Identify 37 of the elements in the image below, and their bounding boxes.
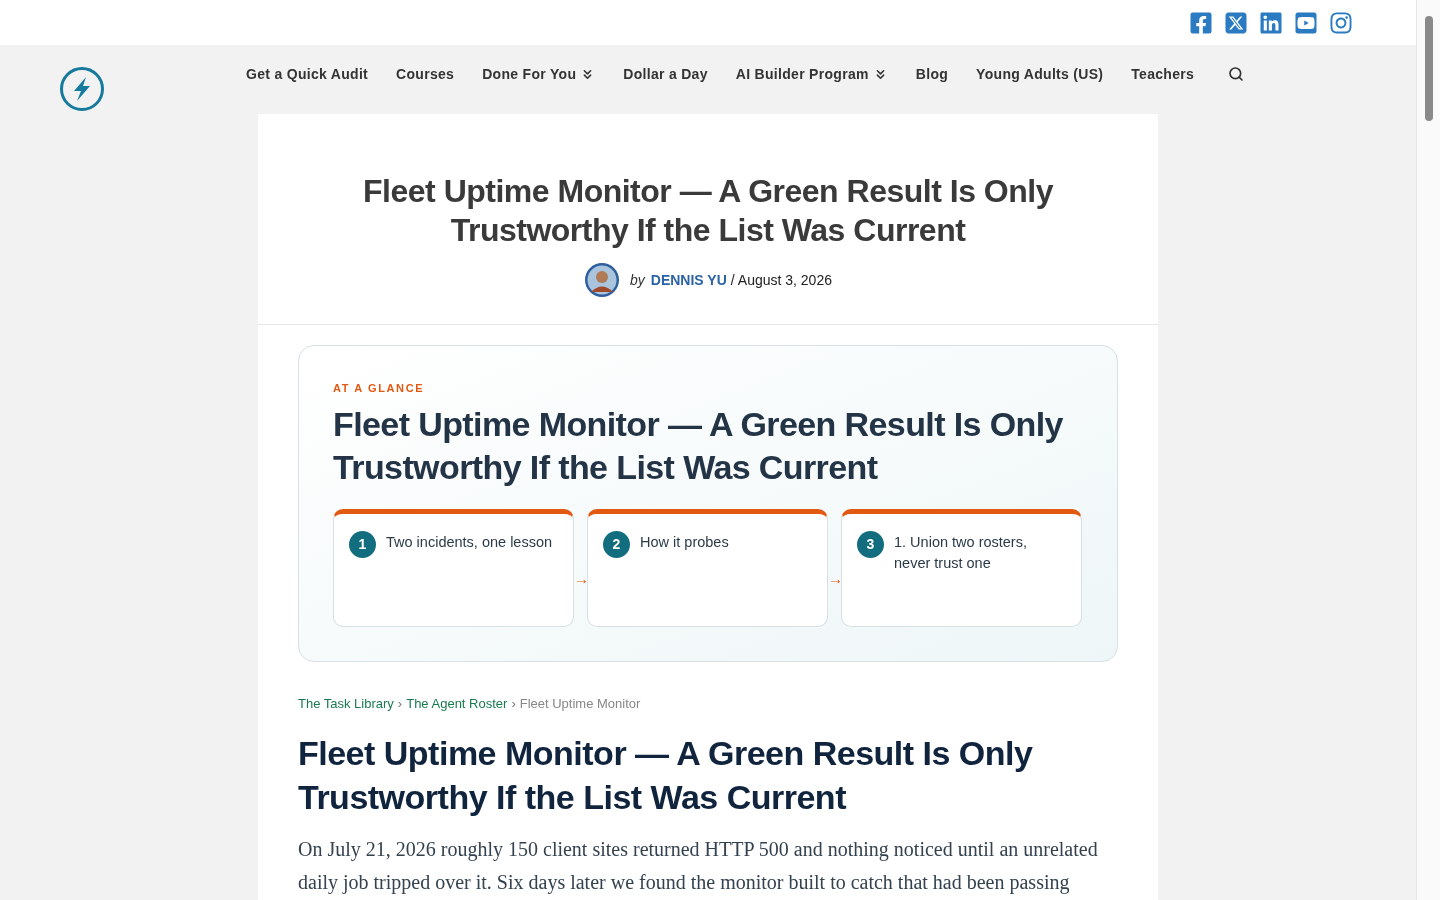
step-label: How it probes	[640, 532, 729, 552]
search-icon[interactable]	[1228, 66, 1245, 82]
nav-link[interactable]: Young Adults (US)	[962, 63, 1118, 85]
step-label: Two incidents, one lesson	[386, 532, 553, 552]
nav-link[interactable]: Done For You	[468, 63, 610, 85]
glance-title: Fleet Uptime Monitor — A Green Result Is Only Trustworthy If the List Was Current	[333, 403, 1064, 488]
breadcrumb-current: Fleet Uptime Monitor	[519, 694, 641, 713]
step-arrow: →	[574, 569, 587, 590]
article-paragraph: On July 21, 2026 roughly 150 client sites returned HTTP 500 and nothing noticed until an unrelated daily job tripped over it. Six days later we found the monitor built to catch that had been passing	[298, 837, 1099, 896]
instagram-icon[interactable]	[1329, 10, 1353, 35]
youtube-icon[interactable]	[1294, 10, 1318, 35]
post-title: Fleet Uptime Monitor — A Green Result Is Only Trustworthy If the List Was Current	[362, 172, 1055, 250]
author-link[interactable]: DENNIS YU	[650, 269, 727, 291]
step-number: 2	[603, 530, 630, 558]
breadcrumb-link[interactable]: The Agent Roster	[406, 693, 508, 713]
breadcrumb-separator: ›	[511, 694, 516, 713]
breadcrumb-link[interactable]: The Task Library	[298, 693, 394, 713]
facebook-icon[interactable]	[1189, 10, 1213, 35]
byline-by: by	[630, 270, 645, 290]
nav-link[interactable]: Courses	[382, 63, 469, 85]
nav-link[interactable]: Dollar a Day	[609, 63, 722, 85]
nav-link[interactable]: Teachers	[1117, 63, 1209, 85]
nav-link[interactable]: AI Builder Program	[721, 63, 902, 85]
breadcrumb-separator: ›	[397, 694, 403, 713]
linkedin-icon[interactable]	[1259, 10, 1283, 35]
nav-link[interactable]: Get a Quick Audit	[232, 63, 383, 85]
eyebrow-label: AT A GLANCE	[333, 381, 426, 396]
step-label: 1. Union two rosters, never trust one	[894, 532, 1028, 573]
article-title: Fleet Uptime Monitor — A Green Result Is Only Trustworthy If the List Was Current	[298, 733, 1034, 818]
step-arrow: →	[828, 569, 841, 590]
avatar	[584, 262, 620, 298]
logo-icon[interactable]	[59, 66, 105, 112]
step-number: 1	[349, 530, 376, 558]
post-date: / August 3, 2026	[730, 270, 832, 290]
x-icon[interactable]	[1224, 10, 1248, 35]
step-number: 3	[857, 530, 884, 558]
nav-link[interactable]: Blog	[901, 63, 963, 85]
